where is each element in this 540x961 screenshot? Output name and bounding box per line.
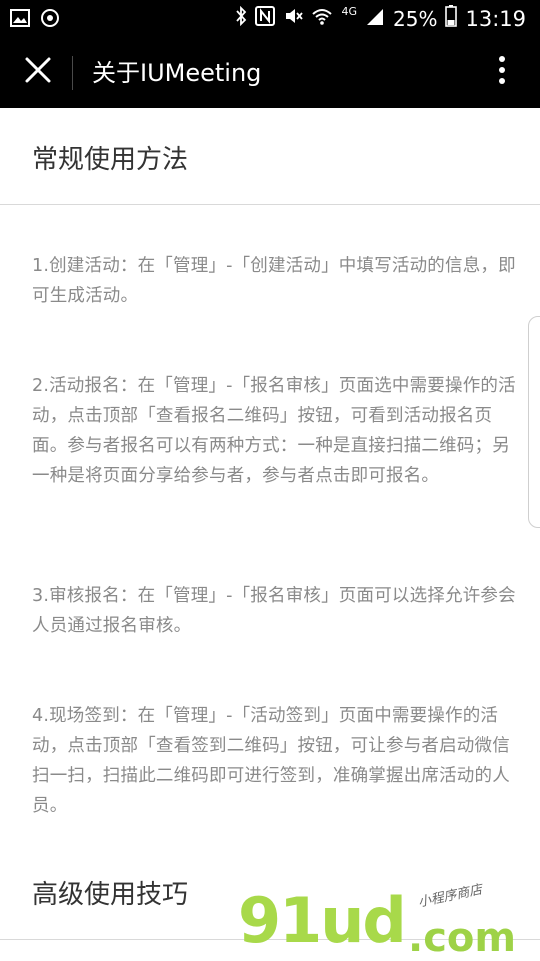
status-right: 4G 25% 13:19 xyxy=(235,5,526,33)
instruction-paragraph: 2.活动报名：在「管理」-「报名审核」页面选中需要操作的活动，点击顶部「查看报名… xyxy=(32,376,516,486)
network-type: 4G xyxy=(341,4,358,18)
content-area[interactable]: 常规使用方法 1.创建活动：在「管理」-「创建活动」中填写活动的信息，即可生成活… xyxy=(0,108,540,960)
watermark-logo: 91ud .com 小程序商店 xyxy=(238,882,528,961)
top-navbar: 关于IUMeeting xyxy=(0,38,540,108)
close-icon xyxy=(24,56,52,88)
instruction-paragraph: 4.现场签到：在「管理」-「活动签到」页面中需要操作的活动，点击顶部「查看签到二… xyxy=(32,706,510,816)
watermark-domain: .com xyxy=(408,915,517,961)
section-divider xyxy=(0,204,540,205)
wifi-icon xyxy=(311,6,333,32)
nav-divider xyxy=(72,56,73,90)
section-title-basic-usage: 常规使用方法 xyxy=(32,145,189,175)
status-left xyxy=(10,8,60,32)
image-icon xyxy=(10,9,30,31)
battery-percent: 25% xyxy=(393,7,438,31)
page-title: 关于IUMeeting xyxy=(92,59,262,87)
mute-icon xyxy=(283,6,304,32)
instruction-paragraph: 3.审核报名：在「管理」-「报名审核」页面可以选择允许参会人员通过报名审核。 xyxy=(32,586,516,636)
sync-icon xyxy=(40,8,60,32)
more-options-button[interactable] xyxy=(480,50,524,94)
scroll-indicator[interactable] xyxy=(528,316,540,528)
battery-icon xyxy=(445,5,458,33)
status-bar: 4G 25% 13:19 xyxy=(0,0,540,38)
section-title-advanced-tips: 高级使用技巧 xyxy=(32,880,189,910)
clock: 13:19 xyxy=(465,7,526,31)
more-vertical-icon xyxy=(498,55,506,89)
bluetooth-icon xyxy=(235,5,247,32)
close-button[interactable] xyxy=(16,50,60,94)
instruction-paragraph: 1.创建活动：在「管理」-「创建活动」中填写活动的信息，即可生成活动。 xyxy=(32,256,516,306)
signal-icon xyxy=(365,6,385,32)
nfc-icon xyxy=(255,6,276,32)
watermark-main: 91ud xyxy=(238,884,407,957)
